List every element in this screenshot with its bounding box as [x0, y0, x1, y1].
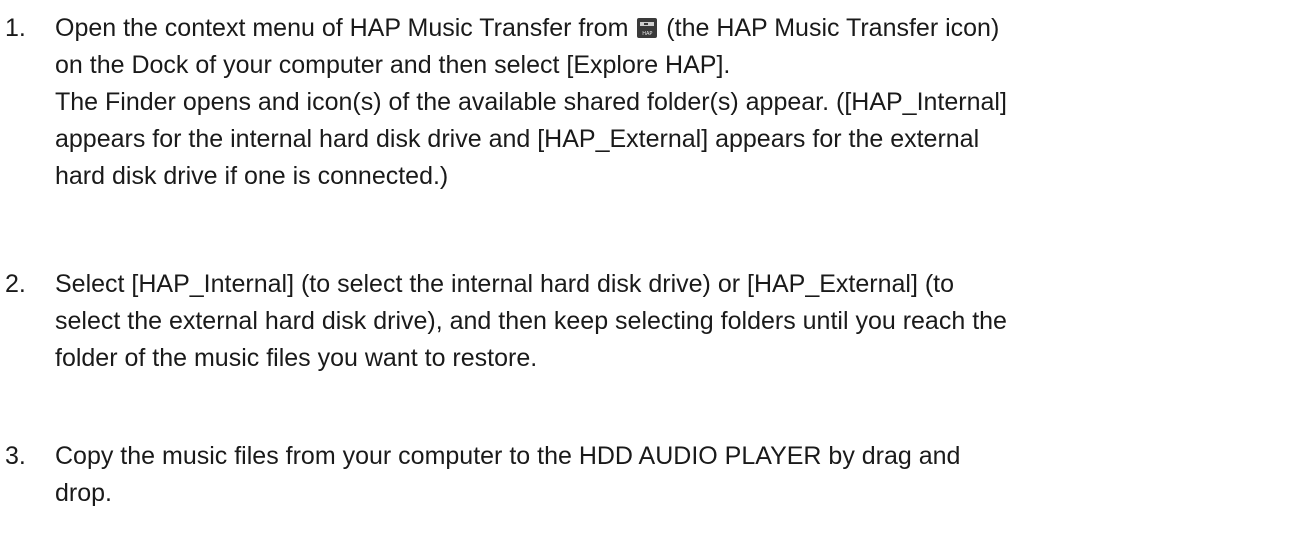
step-3-number: 3. [5, 442, 26, 470]
step-2: 2. Select [HAP_Internal] (to select the … [0, 266, 1280, 377]
step-2-line-1: Select [HAP_Internal] (to select the int… [55, 270, 955, 298]
hap-music-transfer-icon: HAP [637, 18, 658, 38]
step-1-number: 1. [5, 14, 26, 42]
step-1-line-2: on the Dock of your computer and then se… [55, 51, 731, 79]
step-2-body: Select [HAP_Internal] (to select the int… [55, 266, 1280, 377]
step-1-line-3: The Finder opens and icon(s) of the avai… [55, 88, 1007, 116]
step-1-body: Open the context menu of HAP Music Trans… [55, 10, 1280, 195]
step-2-line-3: folder of the music files you want to re… [55, 344, 538, 372]
step-3-body: Copy the music files from your computer … [55, 438, 1280, 512]
step-2-line-2: select the external hard disk drive), an… [55, 307, 1007, 335]
hap-icon-label: HAP [642, 31, 653, 37]
step-1-line-1-text-after-icon: (the HAP Music Transfer icon) [659, 14, 1000, 42]
step-2-number: 2. [5, 270, 26, 298]
step-1-line-1-text-before-icon: Open the context menu of HAP Music Trans… [55, 14, 636, 42]
hap-icon-slot-dot [644, 23, 649, 25]
step-1-line-1: Open the context menu of HAP Music Trans… [55, 10, 1280, 47]
step-1-line-4: appears for the internal hard disk drive… [55, 125, 980, 153]
step-1-line-5: hard disk drive if one is connected.) [55, 162, 449, 190]
step-3-line-2: drop. [55, 479, 112, 507]
step-3: 3. Copy the music files from your comput… [0, 438, 1280, 512]
step-1: 1. Open the context menu of HAP Music Tr… [0, 10, 1280, 195]
step-3-line-1: Copy the music files from your computer … [55, 442, 961, 470]
